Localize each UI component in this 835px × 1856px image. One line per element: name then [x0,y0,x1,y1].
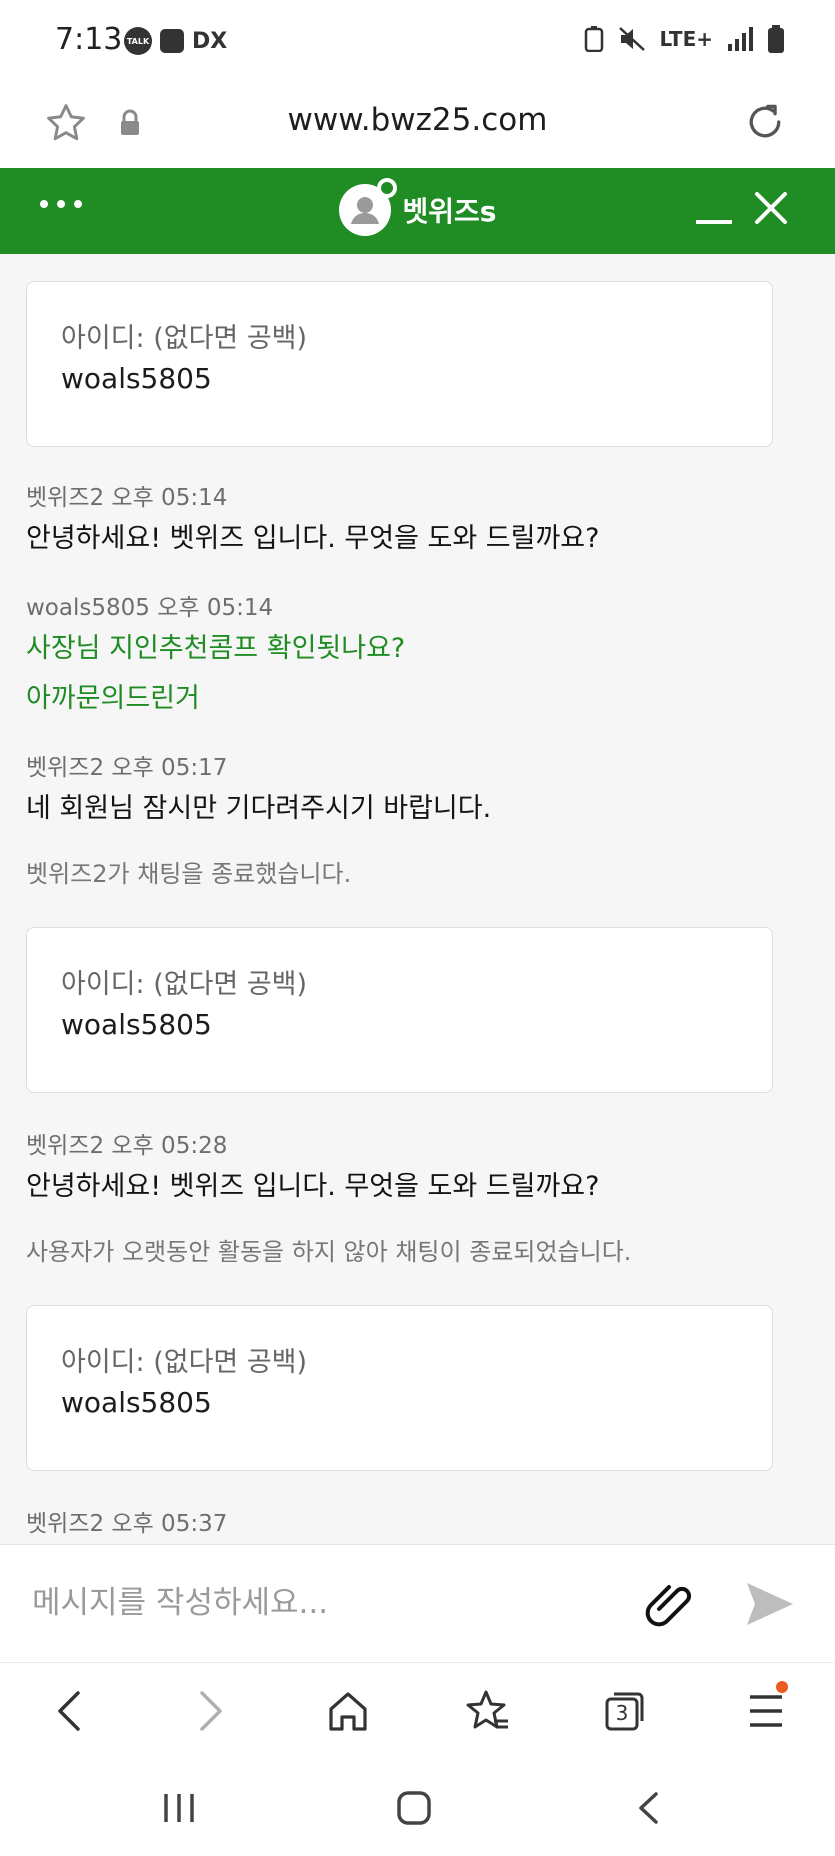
tabs-button[interactable]: 3 [604,1689,646,1733]
chat-title-group: 벳위즈s [0,178,835,236]
online-dot [376,178,397,198]
agent-message: 네 회원님 잠시만 기다려주시기 바랍니다. [26,793,492,824]
form-label: 아이디: (없다면 공백) [61,969,308,1000]
battery-saver-icon [584,26,603,52]
message-meta: 벳위즈2 오후 05:37 [26,1511,228,1537]
chat-message-area[interactable]: 아이디: (없다면 공백) woals5805 벳위즈2 오후 05:14 안녕… [0,254,835,1544]
agent-message: 안녕하세요! 벳위즈 입니다. 무엇을 도와 드릴까요? [26,1171,600,1202]
chat-header: 벳위즈s [0,168,835,254]
message-input-bar [0,1544,835,1662]
chat-title: 벳위즈s [402,195,497,228]
signal-icon [728,27,753,51]
form-label: 아이디: (없다면 공백) [61,323,308,354]
home-icon[interactable] [327,1689,369,1733]
message-meta: 벳위즈2 오후 05:28 [26,1133,228,1159]
status-time: 7:13 [55,22,123,57]
status-bar: 7:13 TALK DX LTE+ [0,0,835,84]
message-meta: 벳위즈2 오후 05:14 [26,485,228,511]
system-notice: 사용자가 오랫동안 활동을 하지 않아 채팅이 종료되었습니다. [26,1238,632,1266]
clock-app-icon [160,29,184,53]
send-icon[interactable] [745,1581,795,1627]
status-system-icons: LTE+ [584,25,786,53]
form-label: 아이디: (없다면 공백) [61,1347,308,1378]
browser-url-bar: www.bwz25.com [0,84,835,168]
message-input[interactable] [32,1575,652,1631]
notification-badge [776,1681,788,1693]
close-icon[interactable] [751,188,791,228]
user-message: 아까문의드린거 [26,683,200,714]
id-form-card: 아이디: (없다면 공백) woals5805 [26,927,773,1093]
url-text[interactable]: www.bwz25.com [0,102,835,138]
id-form-card: 아이디: (없다면 공백) woals5805 [26,1305,773,1471]
menu-button[interactable] [748,1681,788,1733]
home-button-icon[interactable] [396,1790,432,1826]
dx-icon: DX [192,28,228,54]
reload-icon[interactable] [743,100,787,144]
user-message: 사장님 지인추천콤프 확인됫나요? [26,633,406,664]
minimize-button[interactable] [696,220,732,224]
agent-avatar-icon [338,178,397,236]
status-notification-icons: TALK DX [124,27,227,55]
back-icon[interactable] [52,1689,86,1733]
attachment-icon[interactable] [645,1583,695,1627]
bookmarks-icon[interactable] [466,1689,510,1733]
tab-count: 3 [615,1701,629,1725]
id-form-card: 아이디: (없다면 공백) woals5805 [26,281,773,447]
kakaotalk-icon: TALK [124,27,152,55]
form-value: woals5805 [61,362,212,395]
system-notice: 벳위즈2가 채팅을 종료했습니다. [26,860,352,888]
battery-icon [768,25,784,53]
browser-toolbar: 3 [0,1662,835,1762]
forward-icon[interactable] [194,1689,228,1733]
mute-icon [618,27,645,51]
network-type: LTE+ [659,27,714,51]
form-value: woals5805 [61,1386,212,1419]
recent-apps-icon[interactable] [162,1790,196,1826]
message-meta: 벳위즈2 오후 05:17 [26,755,228,781]
hamburger-menu-icon [750,1695,782,1727]
agent-message: 안녕하세요! 벳위즈 입니다. 무엇을 도와 드릴까요? [26,523,600,554]
system-navigation-bar [0,1762,835,1856]
system-back-icon[interactable] [636,1790,660,1826]
message-meta: woals5805 오후 05:14 [26,595,274,621]
form-value: woals5805 [61,1008,212,1041]
